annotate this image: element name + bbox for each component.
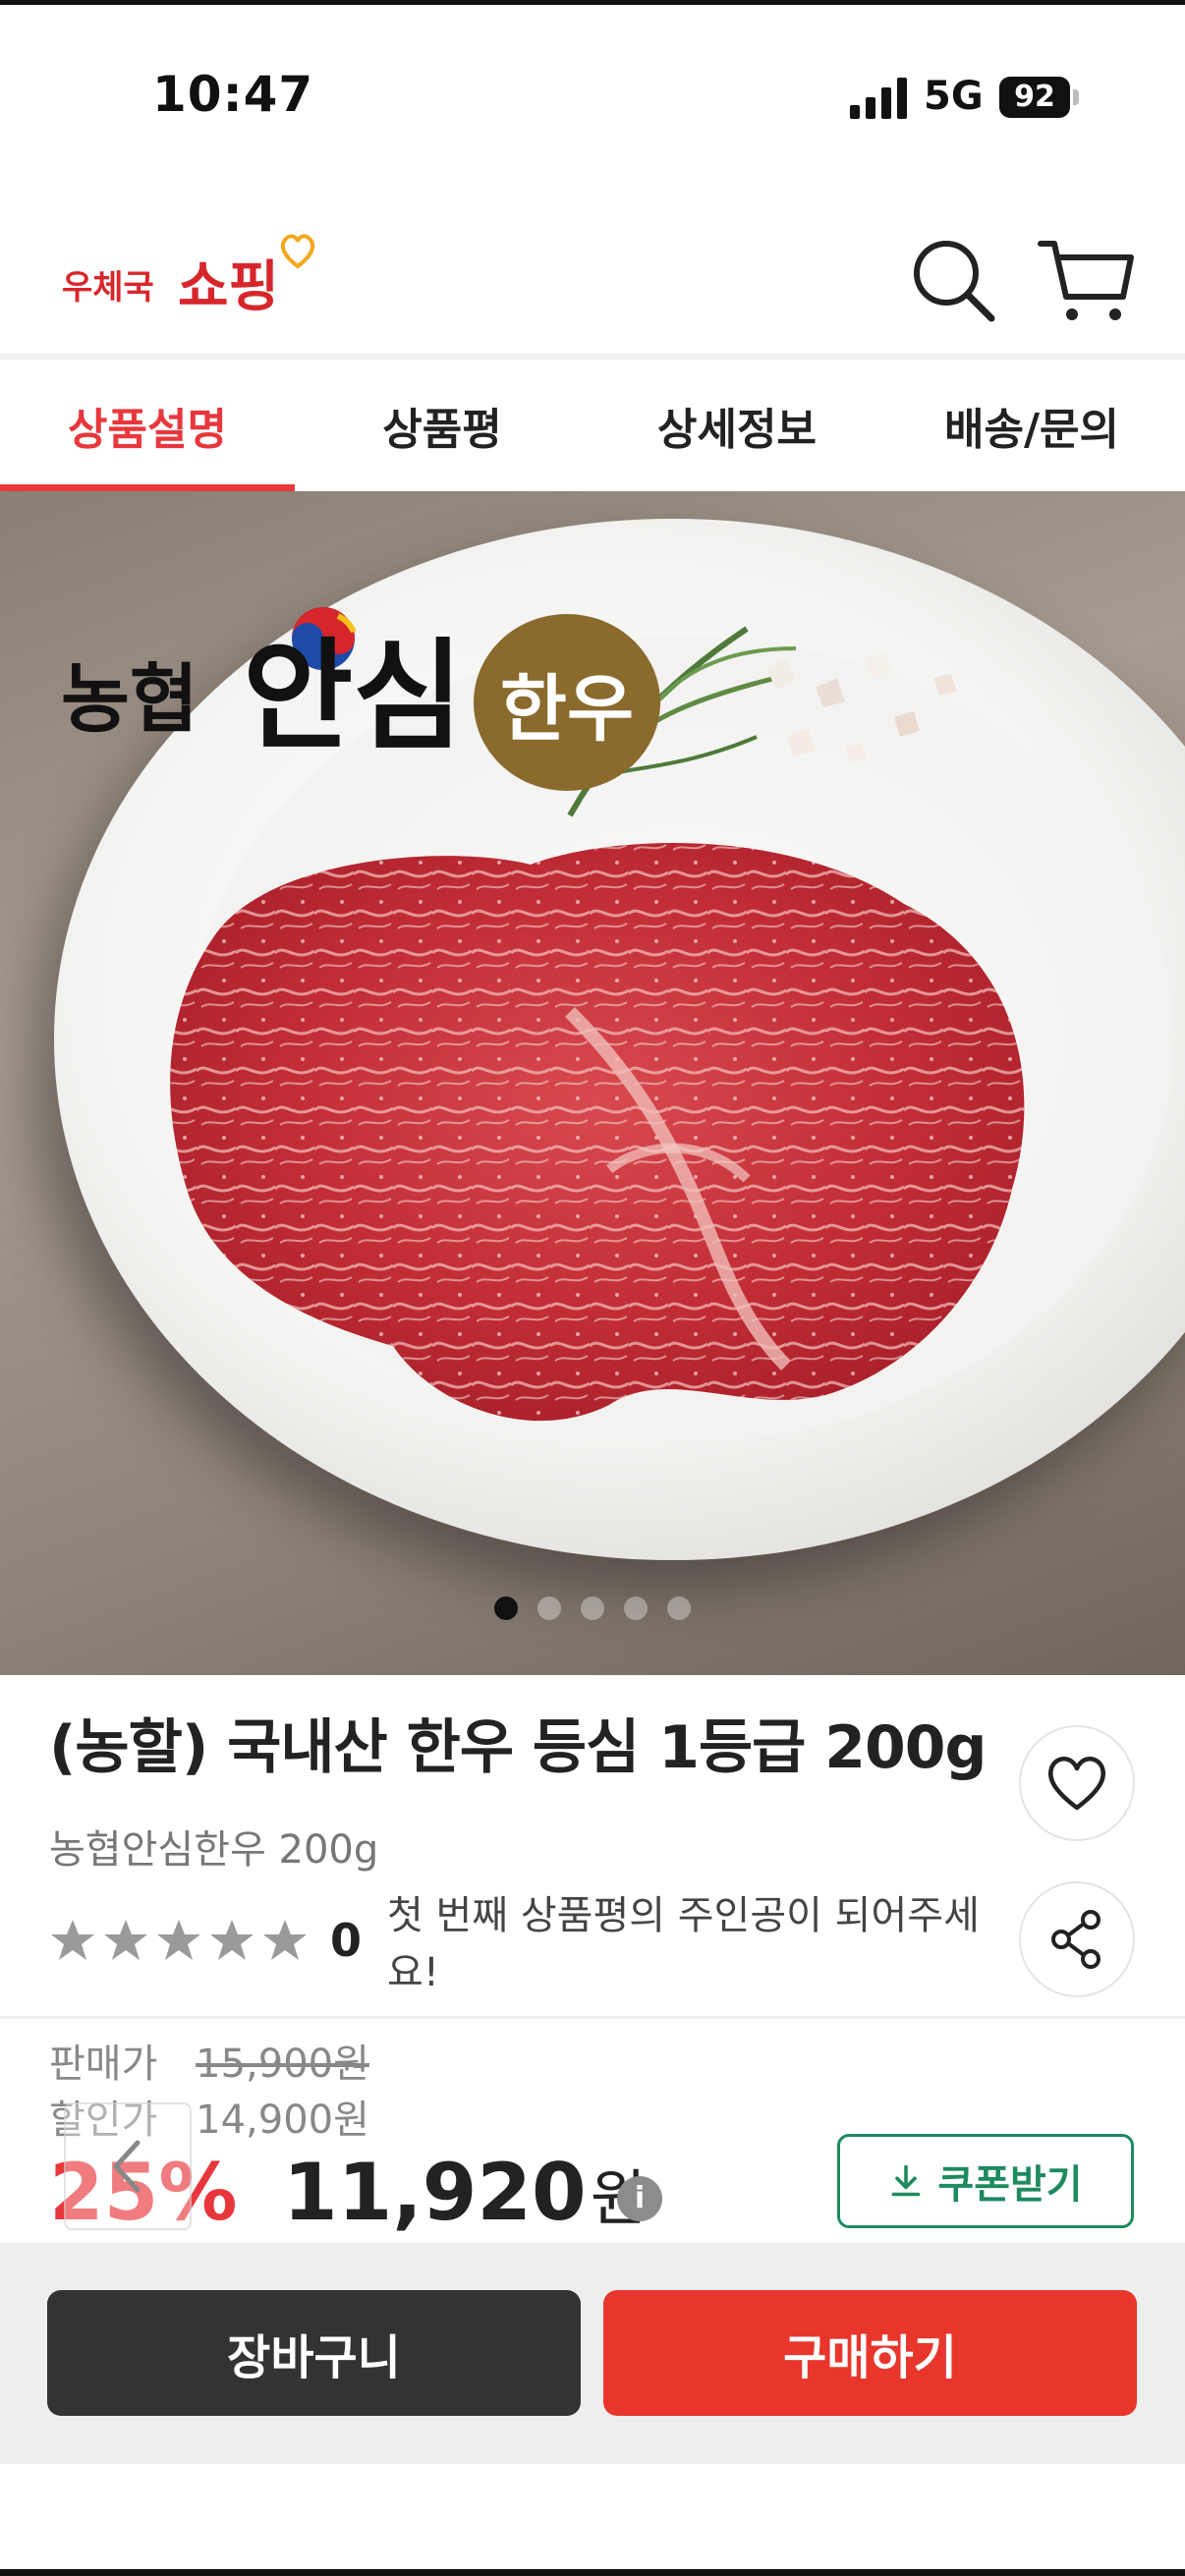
battery-icon: 92 [999,77,1080,118]
steak-photo [170,842,1025,1422]
buy-now-button[interactable]: 구매하기 [603,2290,1137,2416]
bottom-action-bar: 장바구니 구매하기 [0,2243,1185,2464]
carousel-dot[interactable] [581,1596,604,1620]
tab-reviews-label: 상품평 [382,405,502,455]
tab-shipping-inquiry[interactable]: 배송/문의 [884,360,1179,491]
carousel-dot[interactable] [494,1596,518,1620]
network-label: 5G [924,74,984,119]
brand-prefix: 농협 [61,655,198,743]
list-price-label: 판매가 [49,2042,158,2087]
screen-bottom-edge [0,2569,1185,2576]
search-button[interactable] [909,236,997,324]
cart-icon [1038,241,1134,320]
tab-shipping-inquiry-label: 배송/문의 [944,405,1119,455]
add-to-cart-button[interactable]: 장바구니 [47,2290,581,2416]
heart-logo-icon [280,234,315,269]
download-icon [891,2164,921,2197]
final-price-amount: 11,920 [283,2147,587,2238]
share-icon [1051,1910,1100,1969]
share-button[interactable] [1019,1881,1135,1997]
star-icon [210,1920,254,1960]
active-tab-underline [0,484,295,491]
rating-stars [49,1918,309,1963]
star-icon [104,1920,147,1960]
app-header: 우체국 쇼핑 [0,182,1185,354]
list-price-value: 15,900원 [196,2042,369,2087]
tab-description-label: 상품설명 [68,405,227,455]
rating-count: 0 [330,1914,363,1967]
product-subtitle: 농협안심한우 200g [49,1827,379,1873]
tab-details-label: 상세정보 [657,405,817,455]
carousel-dots [0,1596,1185,1626]
final-price: 11,920원 [283,2147,647,2238]
coupon-button[interactable]: 쿠폰받기 [837,2134,1134,2228]
cart-button[interactable] [1037,236,1135,324]
product-image-carousel[interactable]: 농협 안심 한우 [0,491,1185,1675]
brand-logo: 농협 안심 한우 [61,589,670,791]
list-price-row: 판매가 15,900원 [49,2032,369,2089]
carousel-dot[interactable] [537,1596,561,1620]
section-divider [0,2016,1185,2019]
brand-main: 안심 [243,625,464,766]
rating-prompt: 첫 번째 상품평의 주인공이 되어주세요! [387,1893,980,1995]
product-title: (농할) 국내산 한우 등심 1등급 200g [49,1713,987,1782]
logo-small-text: 우체국 [62,268,154,308]
home-indicator-area [0,2464,1185,2576]
status-bar: 10:47 5G 92 [0,5,1185,182]
rating-row[interactable]: 0 첫 번째 상품평의 주인공이 되어주세요! [49,1893,992,1995]
logo-big-text: 쇼핑 [178,255,280,319]
price-info-icon[interactable]: i [617,2176,662,2221]
battery-cap [1073,89,1079,105]
product-tabs: 상품설명 상품평 상세정보 배송/문의 [0,354,1185,491]
tab-details[interactable]: 상세정보 [590,360,884,491]
brand-badge: 한우 [474,614,660,791]
salt-crystals [766,652,957,762]
carousel-dot[interactable] [667,1596,691,1620]
coupon-label: 쿠폰받기 [937,2162,1083,2208]
star-icon [263,1920,307,1960]
chevron-left-icon [113,2140,141,2193]
tab-description[interactable]: 상품설명 [0,360,295,491]
wishlist-button[interactable] [1019,1725,1135,1841]
star-icon [157,1920,200,1960]
back-button[interactable] [64,2102,192,2230]
sale-price-value: 14,900원 [196,2098,369,2143]
battery-level: 92 [999,77,1070,118]
shop-logo[interactable]: 우체국 쇼핑 [62,231,317,319]
search-icon [914,241,995,322]
heart-icon [1048,1757,1105,1811]
signal-icon [850,78,907,119]
tab-reviews[interactable]: 상품평 [295,360,590,491]
carousel-dot[interactable] [624,1596,648,1620]
star-icon [51,1920,94,1960]
status-time: 10:47 [152,66,314,123]
